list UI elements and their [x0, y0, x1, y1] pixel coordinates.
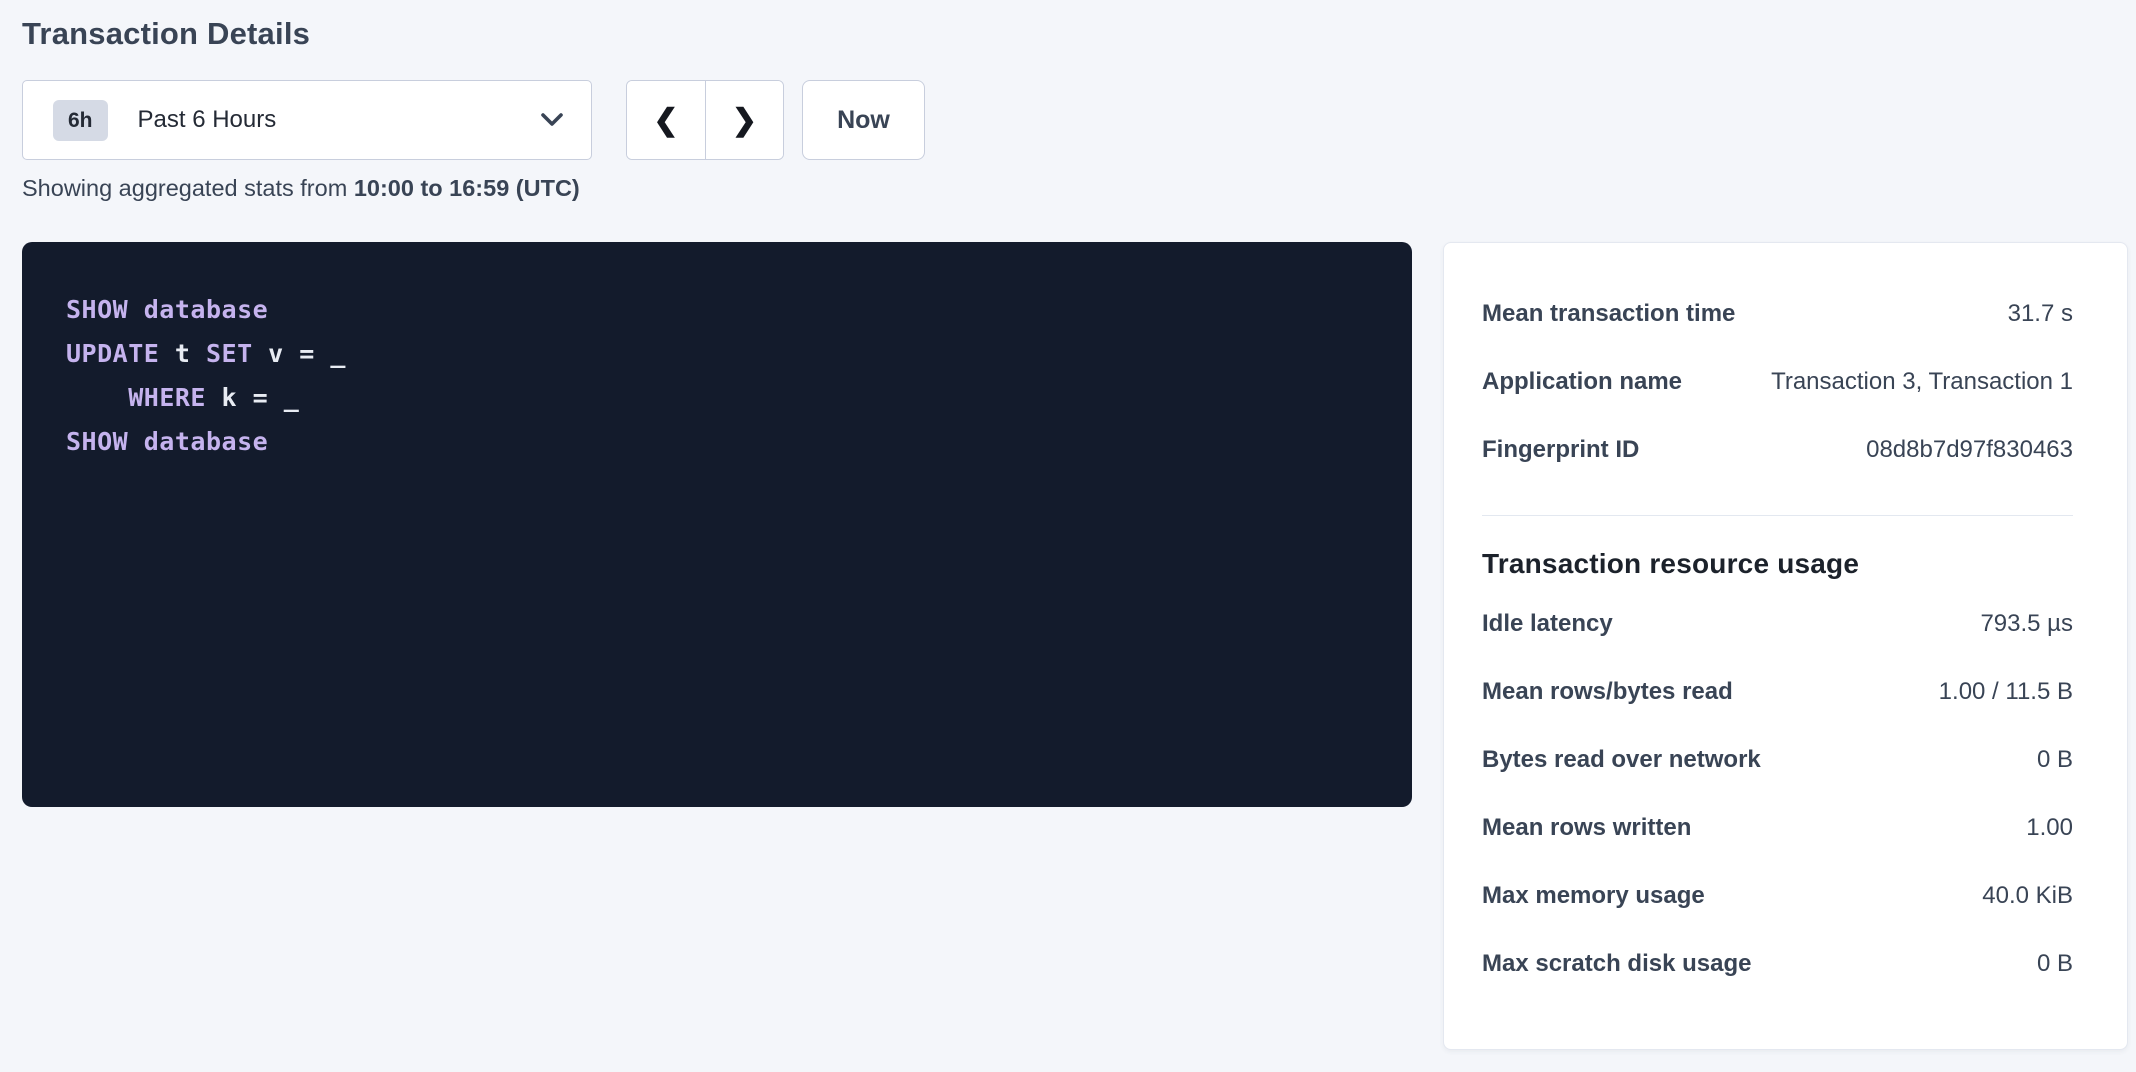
detail-label: Mean transaction time [1482, 300, 1755, 328]
transaction-details-page: Transaction Details 6h Past 6 Hours ❮ ❯ … [0, 0, 2136, 1050]
detail-label: Max scratch disk usage [1482, 950, 1771, 978]
time-nav-group: ❮ ❯ [626, 80, 784, 160]
detail-row: Application name Transaction 3, Transact… [1482, 348, 2073, 416]
detail-value: 0 B [2037, 950, 2073, 978]
detail-row: Max scratch disk usage 0 B [1482, 930, 2073, 998]
caret-right-icon: ❯ [732, 103, 757, 138]
main-content: SHOW databaseUPDATE t SET v = _ WHERE k … [22, 242, 2136, 1050]
detail-value: 08d8b7d97f830463 [1866, 436, 2073, 464]
detail-label: Application name [1482, 368, 1702, 396]
detail-value: 31.7 s [2008, 300, 2073, 328]
card-divider [1482, 515, 2073, 516]
detail-label: Mean rows written [1482, 814, 1711, 842]
detail-label: Idle latency [1482, 610, 1633, 638]
detail-value: 793.5 µs [1980, 610, 2073, 638]
caption-prefix: Showing aggregated stats from [22, 175, 354, 201]
details-card: Mean transaction time 31.7 s Application… [1443, 242, 2128, 1050]
chevron-down-icon [541, 113, 563, 127]
caption-range: 10:00 to 16:59 (UTC) [354, 175, 580, 201]
sql-code: SHOW databaseUPDATE t SET v = _ WHERE k … [66, 288, 1388, 464]
detail-value: Transaction 3, Transaction 1 [1771, 368, 2073, 396]
time-controls: 6h Past 6 Hours ❮ ❯ Now [22, 80, 2136, 160]
detail-label: Mean rows/bytes read [1482, 678, 1753, 706]
detail-row: Mean transaction time 31.7 s [1482, 280, 2073, 348]
detail-value: 0 B [2037, 746, 2073, 774]
sql-statement-box: SHOW databaseUPDATE t SET v = _ WHERE k … [22, 242, 1412, 807]
prev-range-button[interactable]: ❮ [627, 81, 705, 159]
now-button[interactable]: Now [802, 80, 925, 160]
detail-value: 40.0 KiB [1982, 882, 2073, 910]
detail-row: Fingerprint ID 08d8b7d97f830463 [1482, 416, 2073, 484]
detail-value: 1.00 [2026, 814, 2073, 842]
aggregation-caption: Showing aggregated stats from 10:00 to 1… [22, 175, 2136, 202]
page-title: Transaction Details [22, 14, 2136, 54]
detail-row: Bytes read over network 0 B [1482, 726, 2073, 794]
caret-left-icon: ❮ [653, 103, 678, 138]
detail-value: 1.00 / 11.5 B [1939, 678, 2073, 706]
detail-label: Fingerprint ID [1482, 436, 1659, 464]
detail-row: Mean rows written 1.00 [1482, 794, 2073, 862]
detail-label: Max memory usage [1482, 882, 1725, 910]
summary-rows: Mean transaction time 31.7 s Application… [1482, 280, 2073, 484]
time-range-select[interactable]: 6h Past 6 Hours [22, 80, 592, 160]
resource-usage-heading: Transaction resource usage [1482, 548, 2073, 580]
detail-row: Idle latency 793.5 µs [1482, 590, 2073, 658]
detail-row: Max memory usage 40.0 KiB [1482, 862, 2073, 930]
detail-label: Bytes read over network [1482, 746, 1781, 774]
time-range-label: Past 6 Hours [138, 106, 277, 134]
time-range-badge: 6h [53, 100, 108, 141]
detail-row: Mean rows/bytes read 1.00 / 11.5 B [1482, 658, 2073, 726]
next-range-button[interactable]: ❯ [705, 81, 783, 159]
resource-rows: Idle latency 793.5 µs Mean rows/bytes re… [1482, 590, 2073, 998]
